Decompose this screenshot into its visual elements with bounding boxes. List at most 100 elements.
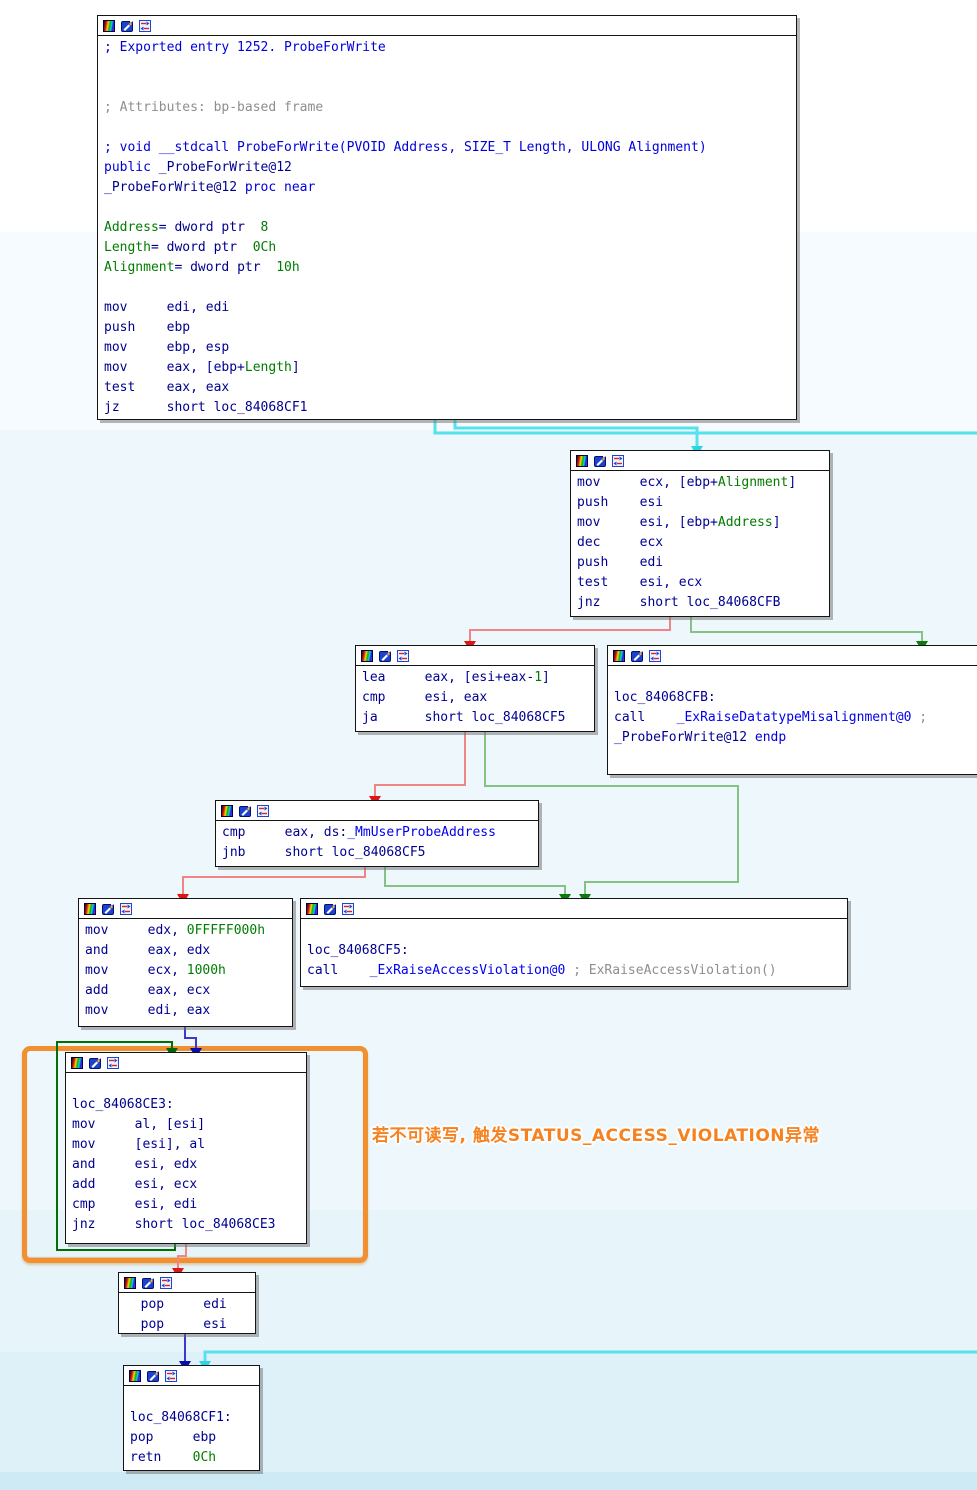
node-code: loc_84068CF5: call _ExRaiseAccessViolatio…: [301, 919, 847, 981]
sync-icon[interactable]: [612, 454, 624, 467]
sync-icon[interactable]: [342, 902, 354, 915]
code-line: mov esi, [ebp+Address]: [577, 515, 781, 530]
code-line: call _ExRaiseDatatypeMisalignment@0 ;: [614, 710, 928, 725]
edge-jnz-nottaken: [464, 615, 671, 651]
node-epilogue[interactable]: loc_84068CF1: pop ebp retn 0Ch: [123, 1365, 260, 1471]
edit-icon[interactable]: [142, 1277, 154, 1289]
node-title-bar[interactable]: [571, 451, 829, 471]
code-line: jnz short loc_84068CFB: [577, 595, 781, 610]
palette-icon[interactable]: [103, 19, 115, 32]
node-func-entry[interactable]: ; Exported entry 1252. ProbeForWrite ; A…: [97, 15, 797, 420]
node-page-setup[interactable]: mov edx, 0FFFFF000h and eax, edx mov ecx, …: [78, 898, 293, 1027]
code-line: jz short loc_84068CF1: [104, 400, 308, 415]
sync-icon[interactable]: [397, 649, 409, 662]
edit-icon[interactable]: [379, 650, 391, 662]
node-title-bar[interactable]: [216, 801, 538, 821]
node-probe-loop[interactable]: loc_84068CE3: mov al, [esi] mov [esi], al a…: [65, 1052, 307, 1244]
code-line: loc_84068CF5:: [307, 943, 409, 958]
node-pop-regs[interactable]: pop edi pop esi: [118, 1272, 256, 1334]
code-line: push ebp: [104, 320, 191, 335]
code-line: pop ebp: [130, 1430, 217, 1445]
palette-icon[interactable]: [124, 1276, 136, 1289]
edge-ja-nottaken: [369, 730, 466, 806]
annotation-text: 若不可读写, 触发STATUS_ACCESS_VIOLATION异常: [372, 1126, 821, 1146]
edit-icon[interactable]: [631, 650, 643, 662]
code-line: test esi, ecx: [577, 575, 703, 590]
edit-icon[interactable]: [121, 20, 133, 32]
edit-icon[interactable]: [89, 1057, 101, 1069]
code-line: ; Exported entry 1252. ProbeForWrite: [104, 40, 386, 55]
palette-icon[interactable]: [84, 902, 96, 915]
node-title-bar[interactable]: [301, 899, 847, 919]
graph-view[interactable]: 若不可读写, 触发STATUS_ACCESS_VIOLATION异常 ; Exp…: [0, 0, 977, 1490]
node-title-bar[interactable]: [356, 646, 594, 666]
code-line: mov al, [esi]: [72, 1117, 206, 1132]
code-line: pop edi: [125, 1297, 227, 1312]
code-line: jnz short loc_84068CE3: [72, 1217, 276, 1232]
sync-icon[interactable]: [107, 1056, 119, 1069]
node-title-bar[interactable]: [66, 1053, 306, 1073]
node-title-bar[interactable]: [79, 899, 292, 919]
code-line: mov eax, [ebp+Length]: [104, 360, 300, 375]
sync-icon[interactable]: [139, 19, 151, 32]
code-line: Length= dword ptr 0Ch: [104, 240, 277, 255]
node-raise-misalignment[interactable]: loc_84068CFB: call _ExRaiseDatatypeMisali…: [607, 645, 977, 775]
code-line: Alignment= dword ptr 10h: [104, 260, 300, 275]
code-line: mov edi, eax: [85, 1003, 211, 1018]
edit-icon[interactable]: [147, 1370, 159, 1382]
node-raise-access-violation[interactable]: loc_84068CF5: call _ExRaiseAccessViolatio…: [300, 898, 848, 987]
palette-icon[interactable]: [361, 649, 373, 662]
code-line: and eax, edx: [85, 943, 211, 958]
node-userprobe-check[interactable]: cmp eax, ds:_MmUserProbeAddressjnb short…: [215, 800, 539, 867]
edit-icon[interactable]: [102, 903, 114, 915]
sync-icon[interactable]: [165, 1369, 177, 1382]
code-line: cmp eax, ds:_MmUserProbeAddress: [222, 825, 496, 840]
code-line: jnb short loc_84068CF5: [222, 845, 426, 860]
palette-icon[interactable]: [129, 1369, 141, 1382]
node-title-bar[interactable]: [608, 646, 977, 666]
palette-icon[interactable]: [613, 649, 625, 662]
edge-jnb-taken: [384, 865, 571, 904]
palette-icon[interactable]: [306, 902, 318, 915]
code-line: ja short loc_84068CF5: [362, 710, 566, 725]
code-line: mov ecx, 1000h: [85, 963, 226, 978]
node-code: loc_84068CF1: pop ebp retn 0Ch: [124, 1386, 259, 1468]
node-range-check[interactable]: lea eax, [esi+eax-1] cmp esi, eax ja short…: [355, 645, 595, 732]
code-line: ; void __stdcall ProbeForWrite(PVOID Add…: [104, 140, 707, 155]
edit-icon[interactable]: [594, 455, 606, 467]
code-line: loc_84068CE3:: [72, 1097, 174, 1112]
node-code: loc_84068CFB: call _ExRaiseDatatypeMisali…: [608, 666, 977, 768]
node-title-bar[interactable]: [124, 1366, 259, 1386]
sync-icon[interactable]: [649, 649, 661, 662]
edit-icon[interactable]: [239, 805, 251, 817]
code-line: mov edx, 0FFFFF000h: [85, 923, 266, 938]
sync-icon[interactable]: [257, 804, 269, 817]
code-line: push edi: [577, 555, 664, 570]
code-line: mov ecx, [ebp+Alignment]: [577, 475, 797, 490]
node-title-bar[interactable]: [98, 16, 796, 36]
sync-icon[interactable]: [160, 1276, 172, 1289]
node-alignment-check[interactable]: mov ecx, [ebp+Alignment] push esi mov esi,…: [570, 450, 830, 617]
palette-icon[interactable]: [221, 804, 233, 817]
palette-icon[interactable]: [576, 454, 588, 467]
sync-icon[interactable]: [120, 902, 132, 915]
code-line: _ProbeForWrite@12 endp: [614, 730, 787, 745]
node-title-bar[interactable]: [119, 1273, 255, 1293]
edit-icon[interactable]: [324, 903, 336, 915]
node-code: mov edx, 0FFFFF000h and eax, edx mov ecx, …: [79, 919, 292, 1021]
code-line: ; Attributes: bp-based frame: [104, 100, 324, 115]
node-code: mov ecx, [ebp+Alignment] push esi mov esi,…: [571, 471, 829, 613]
palette-icon[interactable]: [71, 1056, 83, 1069]
edge-entry-fallthrough: [453, 418, 703, 456]
code-line: retn 0Ch: [130, 1450, 217, 1465]
edge-jnb-nottaken: [177, 865, 366, 904]
